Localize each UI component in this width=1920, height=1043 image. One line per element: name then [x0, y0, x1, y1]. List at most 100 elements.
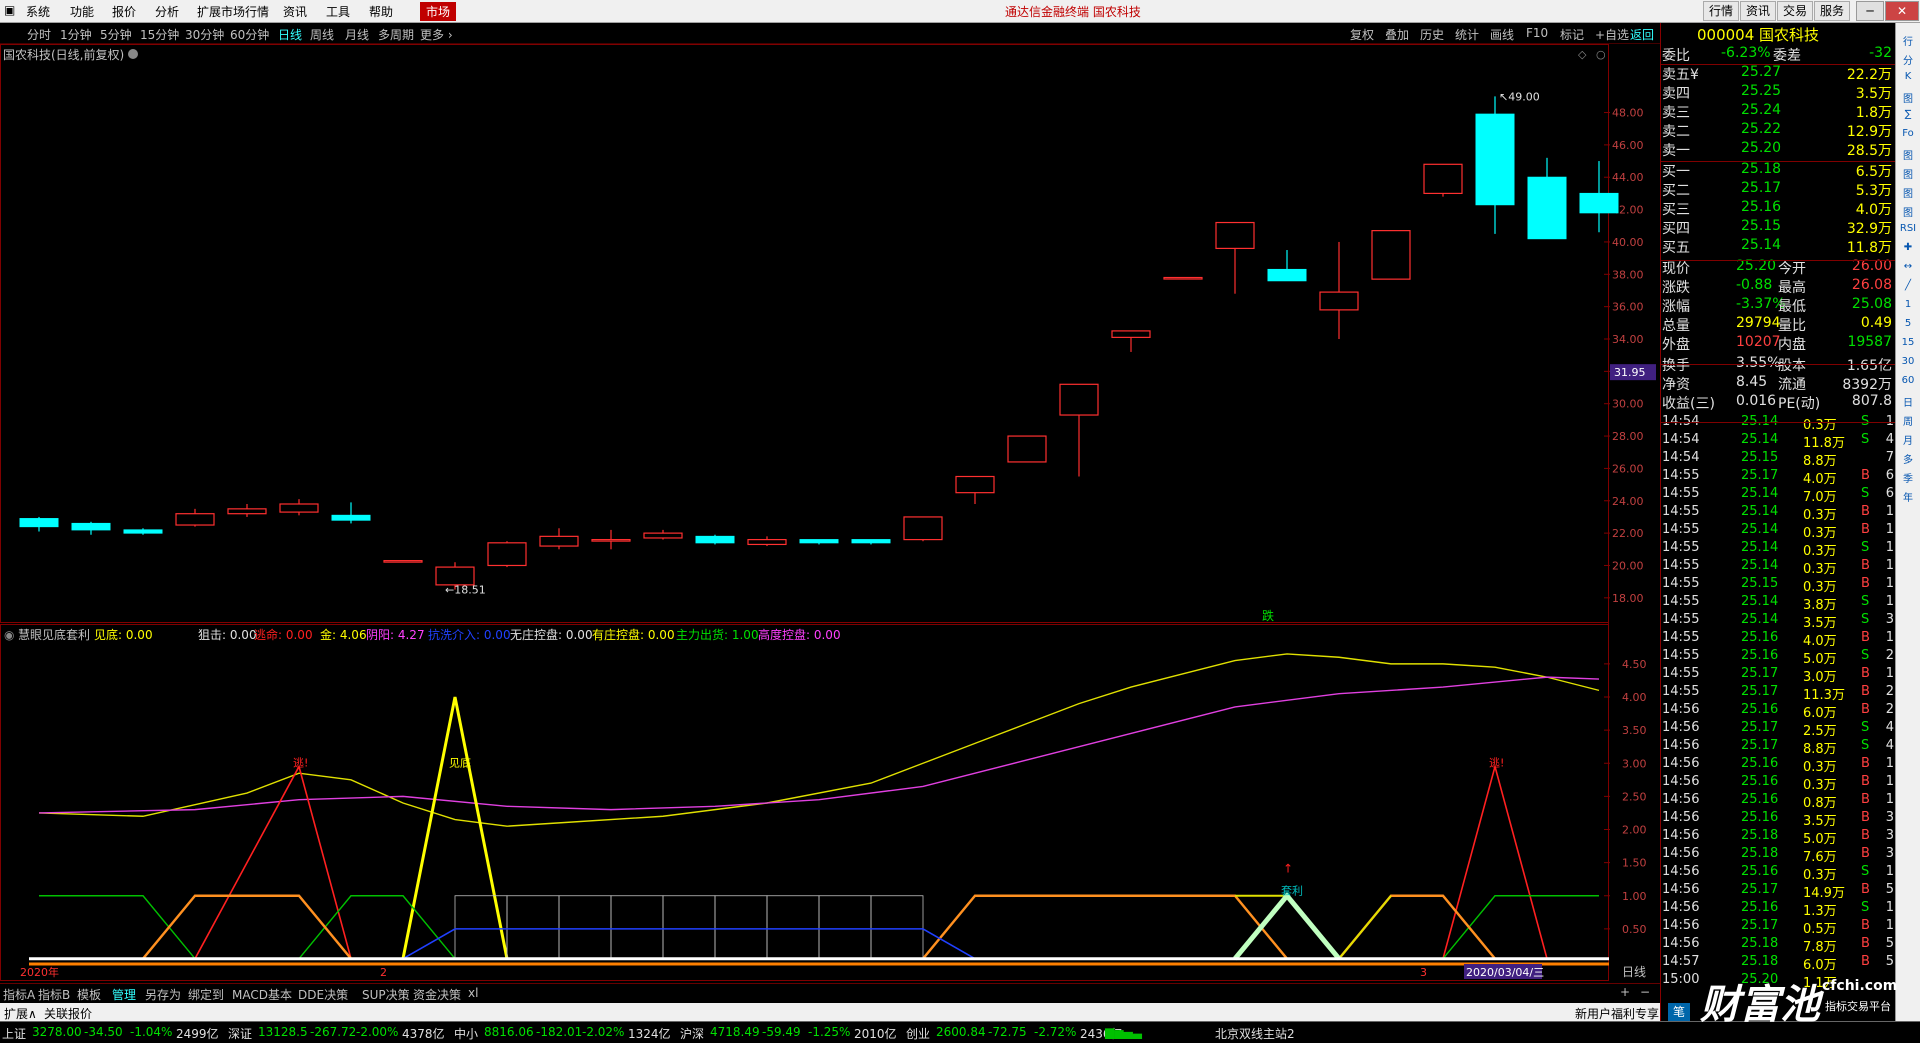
indicator-tab[interactable]: xl — [468, 986, 478, 1000]
tick-time: 14:55 — [1662, 540, 1700, 555]
top-trade-button[interactable]: 交易 — [1777, 1, 1814, 21]
tick-price: 25.14 — [1741, 522, 1779, 537]
sidebar-tool-icon[interactable]: 30 — [1899, 356, 1917, 367]
sidebar-tool-icon[interactable]: 图 — [1899, 204, 1917, 219]
indicator-tab[interactable]: DDE决策 — [298, 986, 348, 1003]
quote-row: 委比 -6.23% 委差 -32 — [1661, 44, 1896, 64]
stat-value: 10207 — [1736, 334, 1781, 350]
sidebar-tool-icon[interactable]: 周 — [1899, 413, 1917, 428]
zoom-in-icon[interactable]: + — [1620, 985, 1630, 999]
sidebar-tool-icon[interactable]: K — [1899, 71, 1917, 82]
period-7[interactable]: 周线 — [310, 26, 334, 43]
indicator-tab[interactable]: 指标B — [38, 986, 70, 1003]
weibi-label: 委比 — [1662, 48, 1690, 64]
period-1[interactable]: 1分钟 — [60, 26, 92, 43]
tick-time: 14:56 — [1662, 882, 1700, 897]
period-0[interactable]: 分时 — [27, 26, 51, 43]
tick-price: 25.18 — [1741, 954, 1779, 969]
menu-system[interactable]: 系统 — [26, 3, 50, 20]
tool-1[interactable]: 叠加 — [1385, 26, 1409, 43]
period-9[interactable]: 多周期 — [378, 26, 414, 43]
index-name: 创业 — [906, 1027, 931, 1041]
sidebar-tool-icon[interactable]: 图 — [1899, 185, 1917, 200]
indicator-tab[interactable]: 另存为 — [145, 986, 181, 1003]
price-chart[interactable]: 国农科技(日线,前复权)48.0046.0044.0042.0040.0038.… — [0, 44, 1660, 624]
promo-link[interactable]: 新用户福利专享 — [1575, 1005, 1659, 1022]
related-quote-button[interactable]: 关联报价 — [44, 1005, 92, 1022]
sidebar-tool-icon[interactable]: RSI — [1899, 223, 1917, 234]
tool-2[interactable]: 历史 — [1420, 26, 1444, 43]
tick-count: 5 — [1885, 882, 1894, 897]
sidebar-tool-icon[interactable]: ∑ — [1899, 109, 1917, 120]
sidebar-tool-icon[interactable]: ↔ — [1899, 261, 1917, 272]
index-change: -182.01 — [536, 1025, 583, 1039]
sidebar-tool-icon[interactable]: 分 — [1899, 52, 1917, 67]
index-name: 沪深 — [680, 1027, 705, 1041]
top-service-button[interactable]: 服务 — [1814, 1, 1851, 21]
sidebar-tool-icon[interactable]: 60 — [1899, 375, 1917, 386]
tool-6[interactable]: 标记 — [1560, 26, 1584, 43]
menu-analysis[interactable]: 分析 — [155, 3, 179, 20]
indicator-tab[interactable]: 资金决策 — [413, 986, 461, 1003]
minimize-icon[interactable]: ─ — [1856, 1, 1884, 21]
menu-info[interactable]: 资讯 — [283, 3, 307, 20]
tick-side: B — [1861, 702, 1870, 717]
sidebar-tool-icon[interactable]: 行 — [1899, 33, 1917, 48]
period-4[interactable]: 30分钟 — [185, 26, 224, 43]
period-toolbar: 分时 1分钟 5分钟 15分钟 30分钟 60分钟 日线 周线 月线 多周期 更多 › 复权 叠加 历史统… — [0, 23, 1660, 44]
tool-5[interactable]: F10 — [1526, 26, 1548, 40]
indicator-chart[interactable]: ◉ 慧眼见底套利 见底: 0.00 狙击: 0.00逃命: 0.00 金: 4.06 阴阳… — [0, 624, 1660, 982]
quote-row: 买五 25.14 11.8万 — [1661, 236, 1896, 256]
menu-ext-market[interactable]: 扩展市场行情 — [197, 3, 269, 20]
menu-help[interactable]: 帮助 — [369, 3, 393, 20]
sidebar-tool-icon[interactable]: ✚ — [1899, 242, 1917, 253]
sidebar-tool-icon[interactable]: 月 — [1899, 432, 1917, 447]
tool-7[interactable]: +自选 — [1595, 26, 1629, 43]
sidebar-tool-icon[interactable]: 15 — [1899, 337, 1917, 348]
period-6[interactable]: 日线 — [278, 26, 302, 43]
tick-side: B — [1861, 774, 1870, 789]
indicator-tab[interactable]: MACD基本 — [232, 986, 292, 1003]
period-2[interactable]: 5分钟 — [100, 26, 132, 43]
tool-8[interactable]: 返回 — [1630, 26, 1654, 43]
close-icon[interactable]: ✕ — [1885, 1, 1919, 21]
sidebar-tool-icon[interactable]: Fo — [1899, 128, 1917, 139]
stat-label: 股本 — [1778, 358, 1806, 374]
indicator-tab[interactable]: 指标A — [3, 986, 35, 1003]
indicator-tab[interactable]: 管理 — [112, 986, 136, 1003]
tool-3[interactable]: 统计 — [1455, 26, 1479, 43]
period-8[interactable]: 月线 — [345, 26, 369, 43]
menu-quote[interactable]: 报价 — [112, 3, 136, 20]
sidebar-tool-icon[interactable]: 5 — [1899, 318, 1917, 329]
menu-function[interactable]: 功能 — [70, 3, 94, 20]
logo-url: cfchi.com — [1822, 978, 1898, 994]
sidebar-tool-icon[interactable]: 图 — [1899, 147, 1917, 162]
note-button[interactable]: 笔 — [1668, 1003, 1690, 1021]
indicator-tab[interactable]: SUP决策 — [362, 986, 410, 1003]
sidebar-tool-icon[interactable]: 年 — [1899, 489, 1917, 504]
sidebar-tool-icon[interactable]: 1 — [1899, 299, 1917, 310]
panel-divider — [1661, 422, 1896, 423]
zoom-out-icon[interactable]: − — [1640, 985, 1650, 999]
sidebar-tool-icon[interactable]: 图 — [1899, 90, 1917, 105]
menu-tools[interactable]: 工具 — [326, 3, 350, 20]
indicator-tab[interactable]: 模板 — [77, 986, 101, 1003]
expand-button[interactable]: 扩展∧ — [4, 1005, 37, 1022]
indicator-tab[interactable]: 绑定到 — [188, 986, 224, 1003]
menu-market[interactable]: 市场 — [420, 2, 457, 21]
index-change: -59.49 — [762, 1025, 801, 1039]
sidebar-tool-icon[interactable]: 多 — [1899, 451, 1917, 466]
sidebar-tool-icon[interactable]: 季 — [1899, 470, 1917, 485]
period-5[interactable]: 60分钟 — [230, 26, 269, 43]
tick-count: 1 — [1885, 576, 1894, 591]
top-info-button[interactable]: 资讯 — [1740, 1, 1777, 21]
top-quote-button[interactable]: 行情 — [1703, 1, 1740, 21]
sidebar-tool-icon[interactable]: ╱ — [1899, 280, 1917, 291]
app-icon[interactable]: ▣ — [4, 3, 15, 17]
period-3[interactable]: 15分钟 — [140, 26, 179, 43]
sidebar-tool-icon[interactable]: 图 — [1899, 166, 1917, 181]
sidebar-tool-icon[interactable]: 日 — [1899, 394, 1917, 409]
tool-4[interactable]: 画线 — [1490, 26, 1514, 43]
tool-0[interactable]: 复权 — [1350, 26, 1374, 43]
period-10[interactable]: 更多 › — [420, 26, 453, 43]
